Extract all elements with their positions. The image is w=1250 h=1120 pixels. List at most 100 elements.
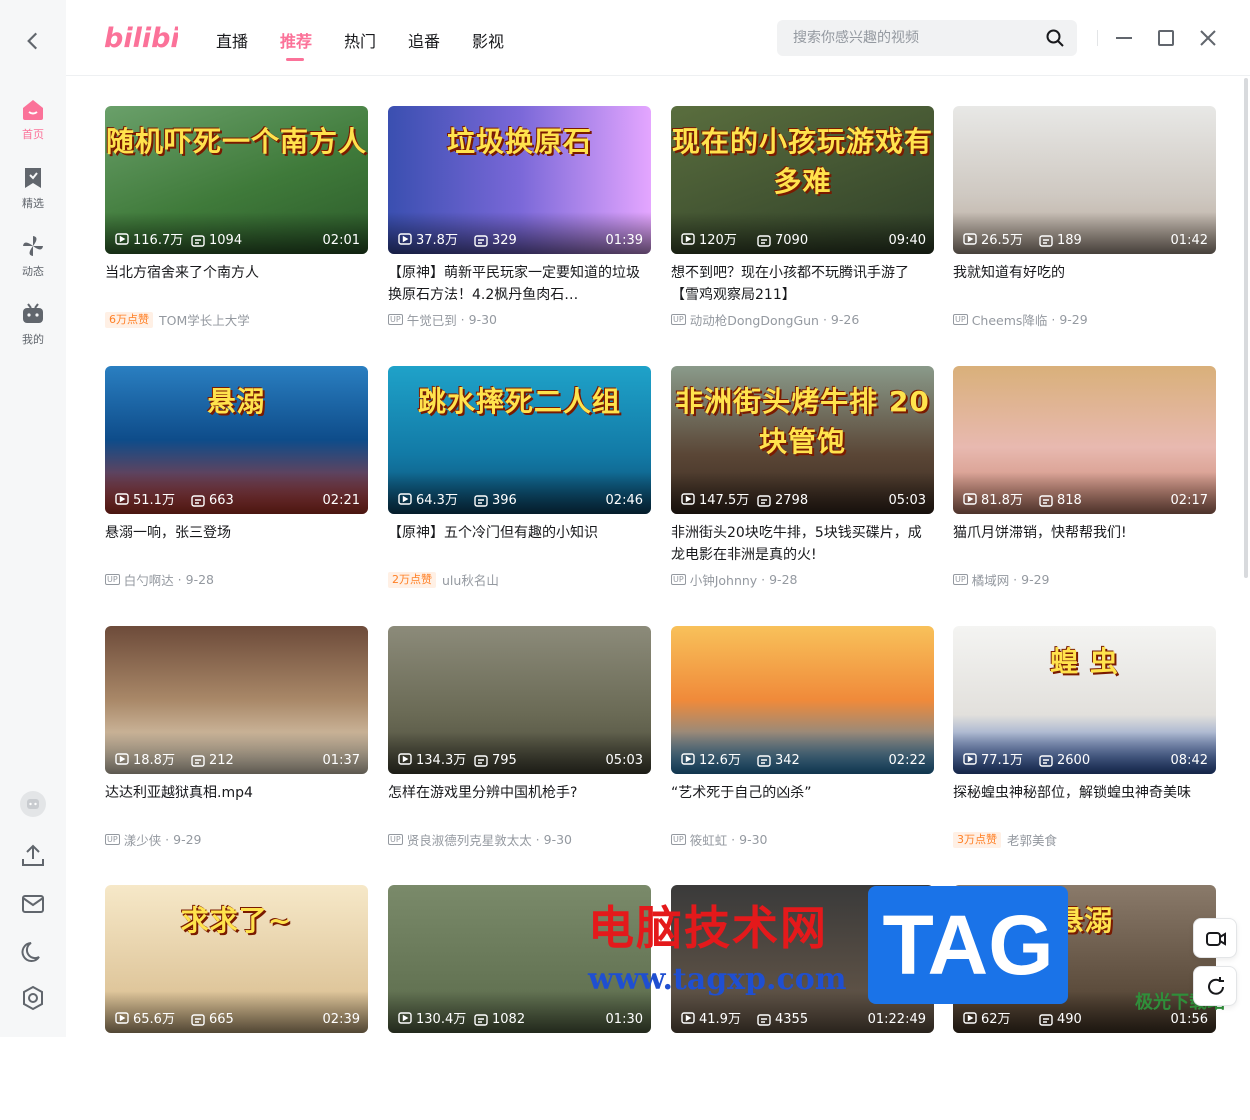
scrollbar[interactable] (1244, 78, 1248, 578)
play-count-icon (115, 232, 129, 245)
uploader-name[interactable]: TOM学长上大学 (159, 310, 250, 329)
mail-icon[interactable] (19, 890, 47, 918)
video-thumbnail[interactable]: 18.8万 212 01:37 (105, 626, 368, 774)
video-meta: UP 白勺啊达 · 9-28 (105, 570, 214, 589)
uploader-name[interactable]: 动动枪DongDongGun (690, 310, 819, 329)
danmaku-count-value: 4355 (775, 1012, 809, 1027)
upload-date: 9-30 (739, 832, 768, 847)
video-title[interactable]: 当北方宿舍来了个南方人 (105, 262, 368, 284)
avatar-icon[interactable] (19, 790, 47, 818)
video-thumbnail[interactable]: 26.5万 189 01:42 (953, 106, 1216, 254)
tab-movies[interactable]: 影视 (472, 28, 504, 52)
video-thumbnail[interactable]: 非洲街头烤牛排 20块管饱 147.5万 2798 05:03 (671, 366, 934, 514)
video-card[interactable]: 现在的小孩玩游戏有多难 120万 7090 09:40 想不到吧？现在小孩都不玩腾讯手游… (671, 106, 934, 341)
danmaku-count-value: 212 (209, 753, 234, 768)
danmaku-count: 4355 (757, 1012, 808, 1027)
uploader-name[interactable]: 漾少侠 (124, 830, 162, 849)
video-card[interactable]: 非洲街头烤牛排 20块管饱 147.5万 2798 05:03 非洲街头20块吃牛排，5… (671, 366, 934, 601)
video-card[interactable]: 垃圾换原石 37.8万 329 01:39 【原神】萌新平民玩家一定要知道的垃圾换原石方… (388, 106, 651, 341)
thumbnail-caption: 垃圾换原石 (446, 125, 592, 158)
refresh-button[interactable] (1193, 966, 1237, 1006)
video-meta: UP 午觉已到 · 9-30 (388, 310, 497, 329)
uploader-name[interactable]: 筱虹虹 (690, 830, 728, 849)
video-thumbnail[interactable]: 跳水摔死二人组 64.3万 396 02:46 (388, 366, 651, 514)
upload-date: 9-30 (543, 832, 572, 847)
video-title[interactable]: “艺术死于自己的凶杀” (671, 782, 934, 804)
maximize-icon[interactable] (1155, 27, 1177, 49)
view-count-value: 12.6万 (699, 753, 741, 768)
video-card[interactable]: 蝗 虫 77.1万 2600 08:42 探秘蝗虫神秘部位，解锁蝗虫神奇美味 3万点赞 老郭… (953, 626, 1216, 861)
sidebar-item-mine[interactable]: 我的 (0, 301, 66, 359)
uploader-name[interactable]: 老郭美食 (1007, 830, 1057, 849)
video-title[interactable]: 非洲街头20块吃牛排，5块钱买碟片，成龙电影在非洲是真的火! (671, 522, 934, 566)
view-count: 134.3万 (398, 749, 466, 768)
view-count-value: 147.5万 (699, 493, 750, 508)
video-meta: UP Cheems降临 · 9-29 (953, 310, 1088, 329)
view-count: 18.8万 (115, 749, 175, 768)
tab-live[interactable]: 直播 (216, 28, 248, 52)
sidebar-item-featured[interactable]: 精选 (0, 165, 66, 223)
settings-icon[interactable] (19, 984, 47, 1012)
video-title[interactable]: 猫爪月饼滞销，快帮帮我们! (953, 522, 1216, 544)
up-badge-icon: UP (105, 834, 120, 845)
video-title[interactable]: 想不到吧？现在小孩都不玩腾讯手游了【雪鸡观察局211】 (671, 262, 934, 306)
moon-icon[interactable] (19, 938, 47, 966)
view-count: 41.9万 (681, 1008, 741, 1027)
tab-anime[interactable]: 追番 (408, 28, 440, 52)
video-card[interactable]: 26.5万 189 01:42 我就知道有好吃的 UP Cheems降临 · 9-29 (953, 106, 1216, 341)
danmaku-icon (191, 494, 205, 507)
minimize-icon[interactable] (1113, 27, 1135, 49)
video-thumbnail[interactable]: 悬溺 51.1万 663 02:21 (105, 366, 368, 514)
uploader-name[interactable]: 橘域网 (972, 570, 1010, 589)
video-title[interactable]: 怎样在游戏里分辨中国机枪手? (388, 782, 651, 804)
video-title[interactable]: 【原神】萌新平民玩家一定要知道的垃圾换原石方法！4.2枫丹鱼肉石… (388, 262, 651, 306)
close-icon[interactable] (1197, 27, 1219, 49)
video-thumbnail[interactable]: 随机吓死一个南方人 116.7万 1094 02:01 (105, 106, 368, 254)
video-title[interactable]: 悬溺一响，张三登场 (105, 522, 368, 544)
video-card[interactable]: 18.8万 212 01:37 达达利亚越狱真相.mp4 UP 漾少侠 · 9-29 (105, 626, 368, 861)
video-card[interactable]: 悬溺 51.1万 663 02:21 悬溺一响，张三登场 UP 白勺啊达 · 9-28 (105, 366, 368, 601)
video-card[interactable]: 随机吓死一个南方人 116.7万 1094 02:01 当北方宿舍来了个南方人 6万点赞 T… (105, 106, 368, 341)
video-title[interactable]: 我就知道有好吃的 (953, 262, 1216, 284)
back-arrow-icon[interactable] (20, 28, 46, 54)
video-title[interactable]: 【原神】五个冷门但有趣的小知识 (388, 522, 651, 544)
video-card[interactable]: 134.3万 795 05:03 怎样在游戏里分辨中国机枪手? UP 贤良淑德列克星敦太太… (388, 626, 651, 861)
uploader-name[interactable]: 白勺啊达 (124, 570, 174, 589)
tab-hot[interactable]: 热门 (344, 28, 376, 52)
watermark-url: www.tagxp.com (588, 962, 847, 997)
danmaku-count-value: 490 (1057, 1012, 1082, 1027)
video-thumbnail[interactable]: 蝗 虫 77.1万 2600 08:42 (953, 626, 1216, 774)
search-input[interactable] (793, 28, 1033, 48)
video-card[interactable]: 跳水摔死二人组 64.3万 396 02:46 【原神】五个冷门但有趣的小知识 2万点赞 u… (388, 366, 651, 601)
watermark-site-name: 电脑技术网 (588, 901, 828, 955)
upload-date: 9-29 (173, 832, 202, 847)
danmaku-icon (1039, 234, 1053, 247)
video-thumbnail[interactable]: 81.8万 818 02:17 (953, 366, 1216, 514)
video-card[interactable]: 求求了~ 65.6万 665 02:39 (105, 885, 368, 1120)
bilibili-logo[interactable]: bilibili (104, 20, 178, 54)
video-card[interactable]: 81.8万 818 02:17 猫爪月饼滞销，快帮帮我们! UP 橘域网 · 9-29 (953, 366, 1216, 601)
play-count-icon (398, 232, 412, 245)
video-thumbnail[interactable]: 求求了~ 65.6万 665 02:39 (105, 885, 368, 1033)
video-title[interactable]: 探秘蝗虫神秘部位，解锁蝗虫神奇美味 (953, 782, 1216, 804)
uploader-name[interactable]: ulu秋名山 (442, 570, 499, 589)
video-card[interactable]: 12.6万 342 02:22 “艺术死于自己的凶杀” UP 筱虹虹 · 9-30 (671, 626, 934, 861)
sidebar-item-dynamic[interactable]: 动态 (0, 233, 66, 291)
video-title[interactable]: 达达利亚越狱真相.mp4 (105, 782, 368, 804)
video-thumbnail[interactable]: 12.6万 342 02:22 (671, 626, 934, 774)
uploader-name[interactable]: 午觉已到 (407, 310, 457, 329)
floating-video-button[interactable] (1193, 918, 1237, 958)
watermark-tag-logo: TAG (868, 886, 1068, 1004)
uploader-name[interactable]: Cheems降临 (972, 310, 1048, 329)
upload-icon[interactable] (19, 842, 47, 870)
uploader-name[interactable]: 贤良淑德列克星敦太太 (407, 830, 532, 849)
sidebar-item-home[interactable]: 首页 (0, 96, 66, 154)
danmaku-count-value: 1094 (209, 233, 243, 248)
video-thumbnail[interactable]: 134.3万 795 05:03 (388, 626, 651, 774)
tab-recommend[interactable]: 推荐 (280, 28, 312, 52)
video-thumbnail[interactable]: 现在的小孩玩游戏有多难 120万 7090 09:40 (671, 106, 934, 254)
search-icon[interactable] (1045, 28, 1065, 48)
play-count-icon (963, 1011, 977, 1024)
video-thumbnail[interactable]: 垃圾换原石 37.8万 329 01:39 (388, 106, 651, 254)
uploader-name[interactable]: 小钟Johnny (690, 570, 758, 589)
